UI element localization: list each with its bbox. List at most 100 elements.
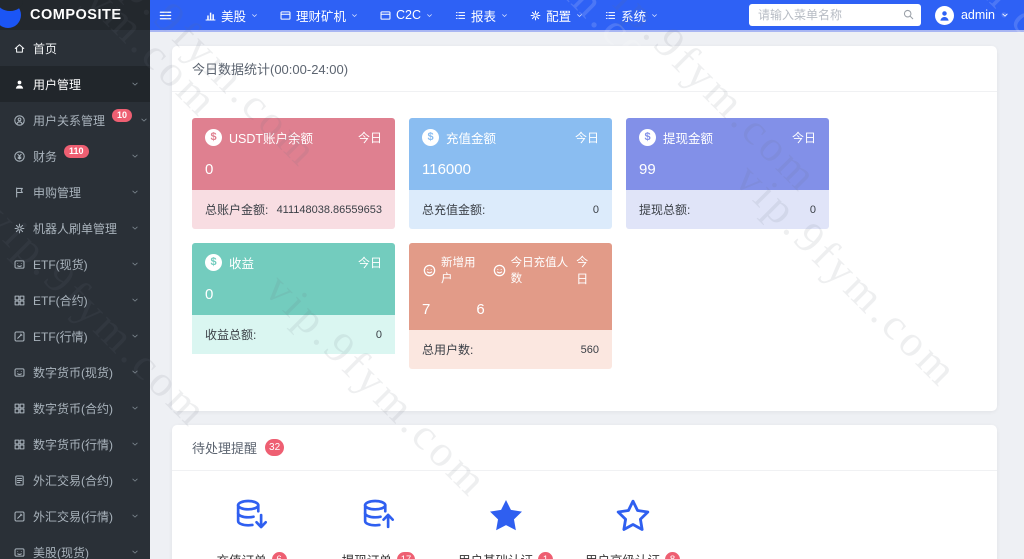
nav-menu-label: 配置 xyxy=(546,6,571,25)
sidebar-item[interactable]: 外汇交易(行情) xyxy=(0,498,150,534)
db-down-icon xyxy=(233,497,271,535)
sidebar: 首页用户管理用户关系管理10财务110 申购管理机器人刷单管理ETF(现货) ETF… xyxy=(0,30,150,559)
user-circle-icon xyxy=(13,114,26,127)
sidebar-item-label: 外汇交易(行情) xyxy=(33,508,113,525)
chevron-down-icon xyxy=(130,187,140,197)
stat-card-top: $充值金额今日116000 xyxy=(409,118,612,190)
reminder-item[interactable]: 提现订单17 xyxy=(315,497,442,559)
sidebar-item-label: 申购管理 xyxy=(33,184,81,201)
nav-menu-item[interactable]: 配置 xyxy=(519,0,594,30)
search-input[interactable] xyxy=(749,4,921,26)
reminder-badge: 1 xyxy=(538,552,553,559)
stat-card[interactable]: $充值金额今日116000 总充值金额: 0 xyxy=(409,118,612,229)
navbar-right: admin xyxy=(749,4,1024,26)
stat-card[interactable]: 新增用户今日充值人数今日76总用户数:560 xyxy=(409,243,612,369)
hamburger-menu-icon[interactable] xyxy=(150,0,180,30)
reminder-item[interactable]: 用户基础认证 1 xyxy=(442,497,569,559)
stat-card-footer: 总账户金额:411148038.86559653 xyxy=(192,190,395,229)
panel-icon xyxy=(379,9,392,22)
sidebar-item[interactable]: 机器人刷单管理 xyxy=(0,210,150,246)
top-navbar: COMPOSITE 美股理财矿机 C2C 报表 配置 系统 admin xyxy=(0,0,1024,30)
sidebar-item-label: 财务 xyxy=(33,148,57,165)
sidebar-item[interactable]: ETF(现货) xyxy=(0,246,150,282)
stat-card[interactable]: $提现金额今日99提现总额:0 xyxy=(626,118,829,229)
stat-card-tag: 今日 xyxy=(358,254,382,271)
chevron-down-icon xyxy=(130,223,140,233)
crescent-logo-icon xyxy=(0,2,21,28)
sidebar-item-label: 首页 xyxy=(33,40,57,57)
chevron-down-icon xyxy=(130,79,140,89)
stat-card-footer: 总用户数:560 xyxy=(409,330,612,369)
stat-card[interactable]: $收益今日0收益总额:0 xyxy=(192,243,395,369)
nav-menu-item[interactable]: 报表 xyxy=(444,0,519,30)
reminder-item[interactable]: 充值订单6 xyxy=(188,497,315,559)
db-up-icon xyxy=(360,497,398,535)
chevron-down-icon xyxy=(650,11,659,20)
today-stats-title: 今日数据统计(00:00-24:00) xyxy=(192,59,348,78)
pending-total-badge: 32 xyxy=(265,439,284,456)
menu-search xyxy=(749,4,921,26)
pending-reminders-header: 待处理提醒 32 xyxy=(172,425,997,471)
chevron-down-icon xyxy=(130,367,140,377)
stat-card-footer-label: 总账户金额: xyxy=(205,201,268,218)
sidebar-item-label: 数字货币(行情) xyxy=(33,436,113,453)
pending-reminders-title: 待处理提醒 xyxy=(192,438,257,457)
nav-menu-label: 报表 xyxy=(471,6,496,25)
stat-card-footer-value: 0 xyxy=(593,204,599,216)
edit-icon xyxy=(13,330,26,343)
monitor-icon xyxy=(13,546,26,559)
sidebar-item[interactable]: 申购管理 xyxy=(0,174,150,210)
today-stats-panel: 今日数据统计(00:00-24:00) $USDT账户余额今日0总账户金额:41… xyxy=(172,46,997,411)
reminder-label: 用户基础认证 xyxy=(458,550,533,559)
chevron-down-icon xyxy=(350,11,359,20)
star-filled-icon xyxy=(487,497,525,535)
reminder-badge: 17 xyxy=(397,552,416,559)
chevron-down-icon xyxy=(130,151,140,161)
sidebar-item[interactable]: 首页 xyxy=(0,30,150,66)
nav-menu-item[interactable]: 理财矿机 xyxy=(269,0,369,30)
sidebar-item[interactable]: ETF(行情) xyxy=(0,318,150,354)
nav-menu-label: C2C xyxy=(396,8,421,22)
chevron-down-icon xyxy=(500,11,509,20)
app-logo: COMPOSITE xyxy=(0,0,150,30)
monitor-icon xyxy=(13,258,26,271)
sidebar-item-label: 美股(现货) xyxy=(33,544,89,559)
sidebar-item[interactable]: 外汇交易(合约) xyxy=(0,462,150,498)
stat-cards: $USDT账户余额今日0总账户金额:411148038.86559653$充值金… xyxy=(172,92,997,411)
main-content: 今日数据统计(00:00-24:00) $USDT账户余额今日0总账户金额:41… xyxy=(150,30,1024,559)
stat-card-tag: 今日 xyxy=(792,129,816,146)
chevron-down-icon[interactable] xyxy=(1000,10,1010,20)
stat-card-footer-label: 总充值金额: xyxy=(422,201,485,218)
stat-card-footer-label: 总用户数: xyxy=(422,341,473,358)
sidebar-item[interactable]: 数字货币(合约) xyxy=(0,390,150,426)
stat-card-footer-label: 提现总额: xyxy=(639,201,690,218)
sidebar-item-label: 数字货币(合约) xyxy=(33,400,113,417)
stat-card-footer: 总充值金额: 0 xyxy=(409,190,612,229)
sidebar-item[interactable]: 用户管理 xyxy=(0,66,150,102)
stat-card-footer-label: 收益总额: xyxy=(205,326,256,343)
stat-card-footer-value: 0 xyxy=(376,329,382,341)
stat-card[interactable]: $USDT账户余额今日0总账户金额:411148038.86559653 xyxy=(192,118,395,229)
sidebar-item-label: ETF(合约) xyxy=(33,292,88,309)
top-menu: 美股理财矿机 C2C 报表 配置 系统 xyxy=(194,0,669,30)
nav-menu-item[interactable]: 美股 xyxy=(194,0,269,30)
stat-card-value: 7 xyxy=(422,301,430,318)
nav-menu-item[interactable]: 系统 xyxy=(594,0,669,30)
chevron-down-icon xyxy=(130,511,140,521)
stat-card-value: 0 xyxy=(205,161,213,178)
reminder-item[interactable]: 用户高级认证8 xyxy=(569,497,696,559)
sidebar-item[interactable]: 美股(现货) xyxy=(0,534,150,559)
avatar[interactable] xyxy=(935,6,954,25)
sidebar-item[interactable]: ETF(合约) xyxy=(0,282,150,318)
chevron-down-icon xyxy=(130,547,140,557)
dollar-circle-icon: $ xyxy=(205,254,222,271)
sidebar-item[interactable]: 数字货币(行情) xyxy=(0,426,150,462)
sidebar-item[interactable]: 用户关系管理10 xyxy=(0,102,150,138)
user-name[interactable]: admin xyxy=(961,8,995,22)
sidebar-item[interactable]: 财务110 xyxy=(0,138,150,174)
sidebar-item[interactable]: 数字货币(现货) xyxy=(0,354,150,390)
nav-menu-item[interactable]: C2C xyxy=(369,0,444,30)
chevron-down-icon xyxy=(575,11,584,20)
stat-card-top: 新增用户今日充值人数今日76 xyxy=(409,243,612,330)
stat-card-top: $USDT账户余额今日0 xyxy=(192,118,395,190)
